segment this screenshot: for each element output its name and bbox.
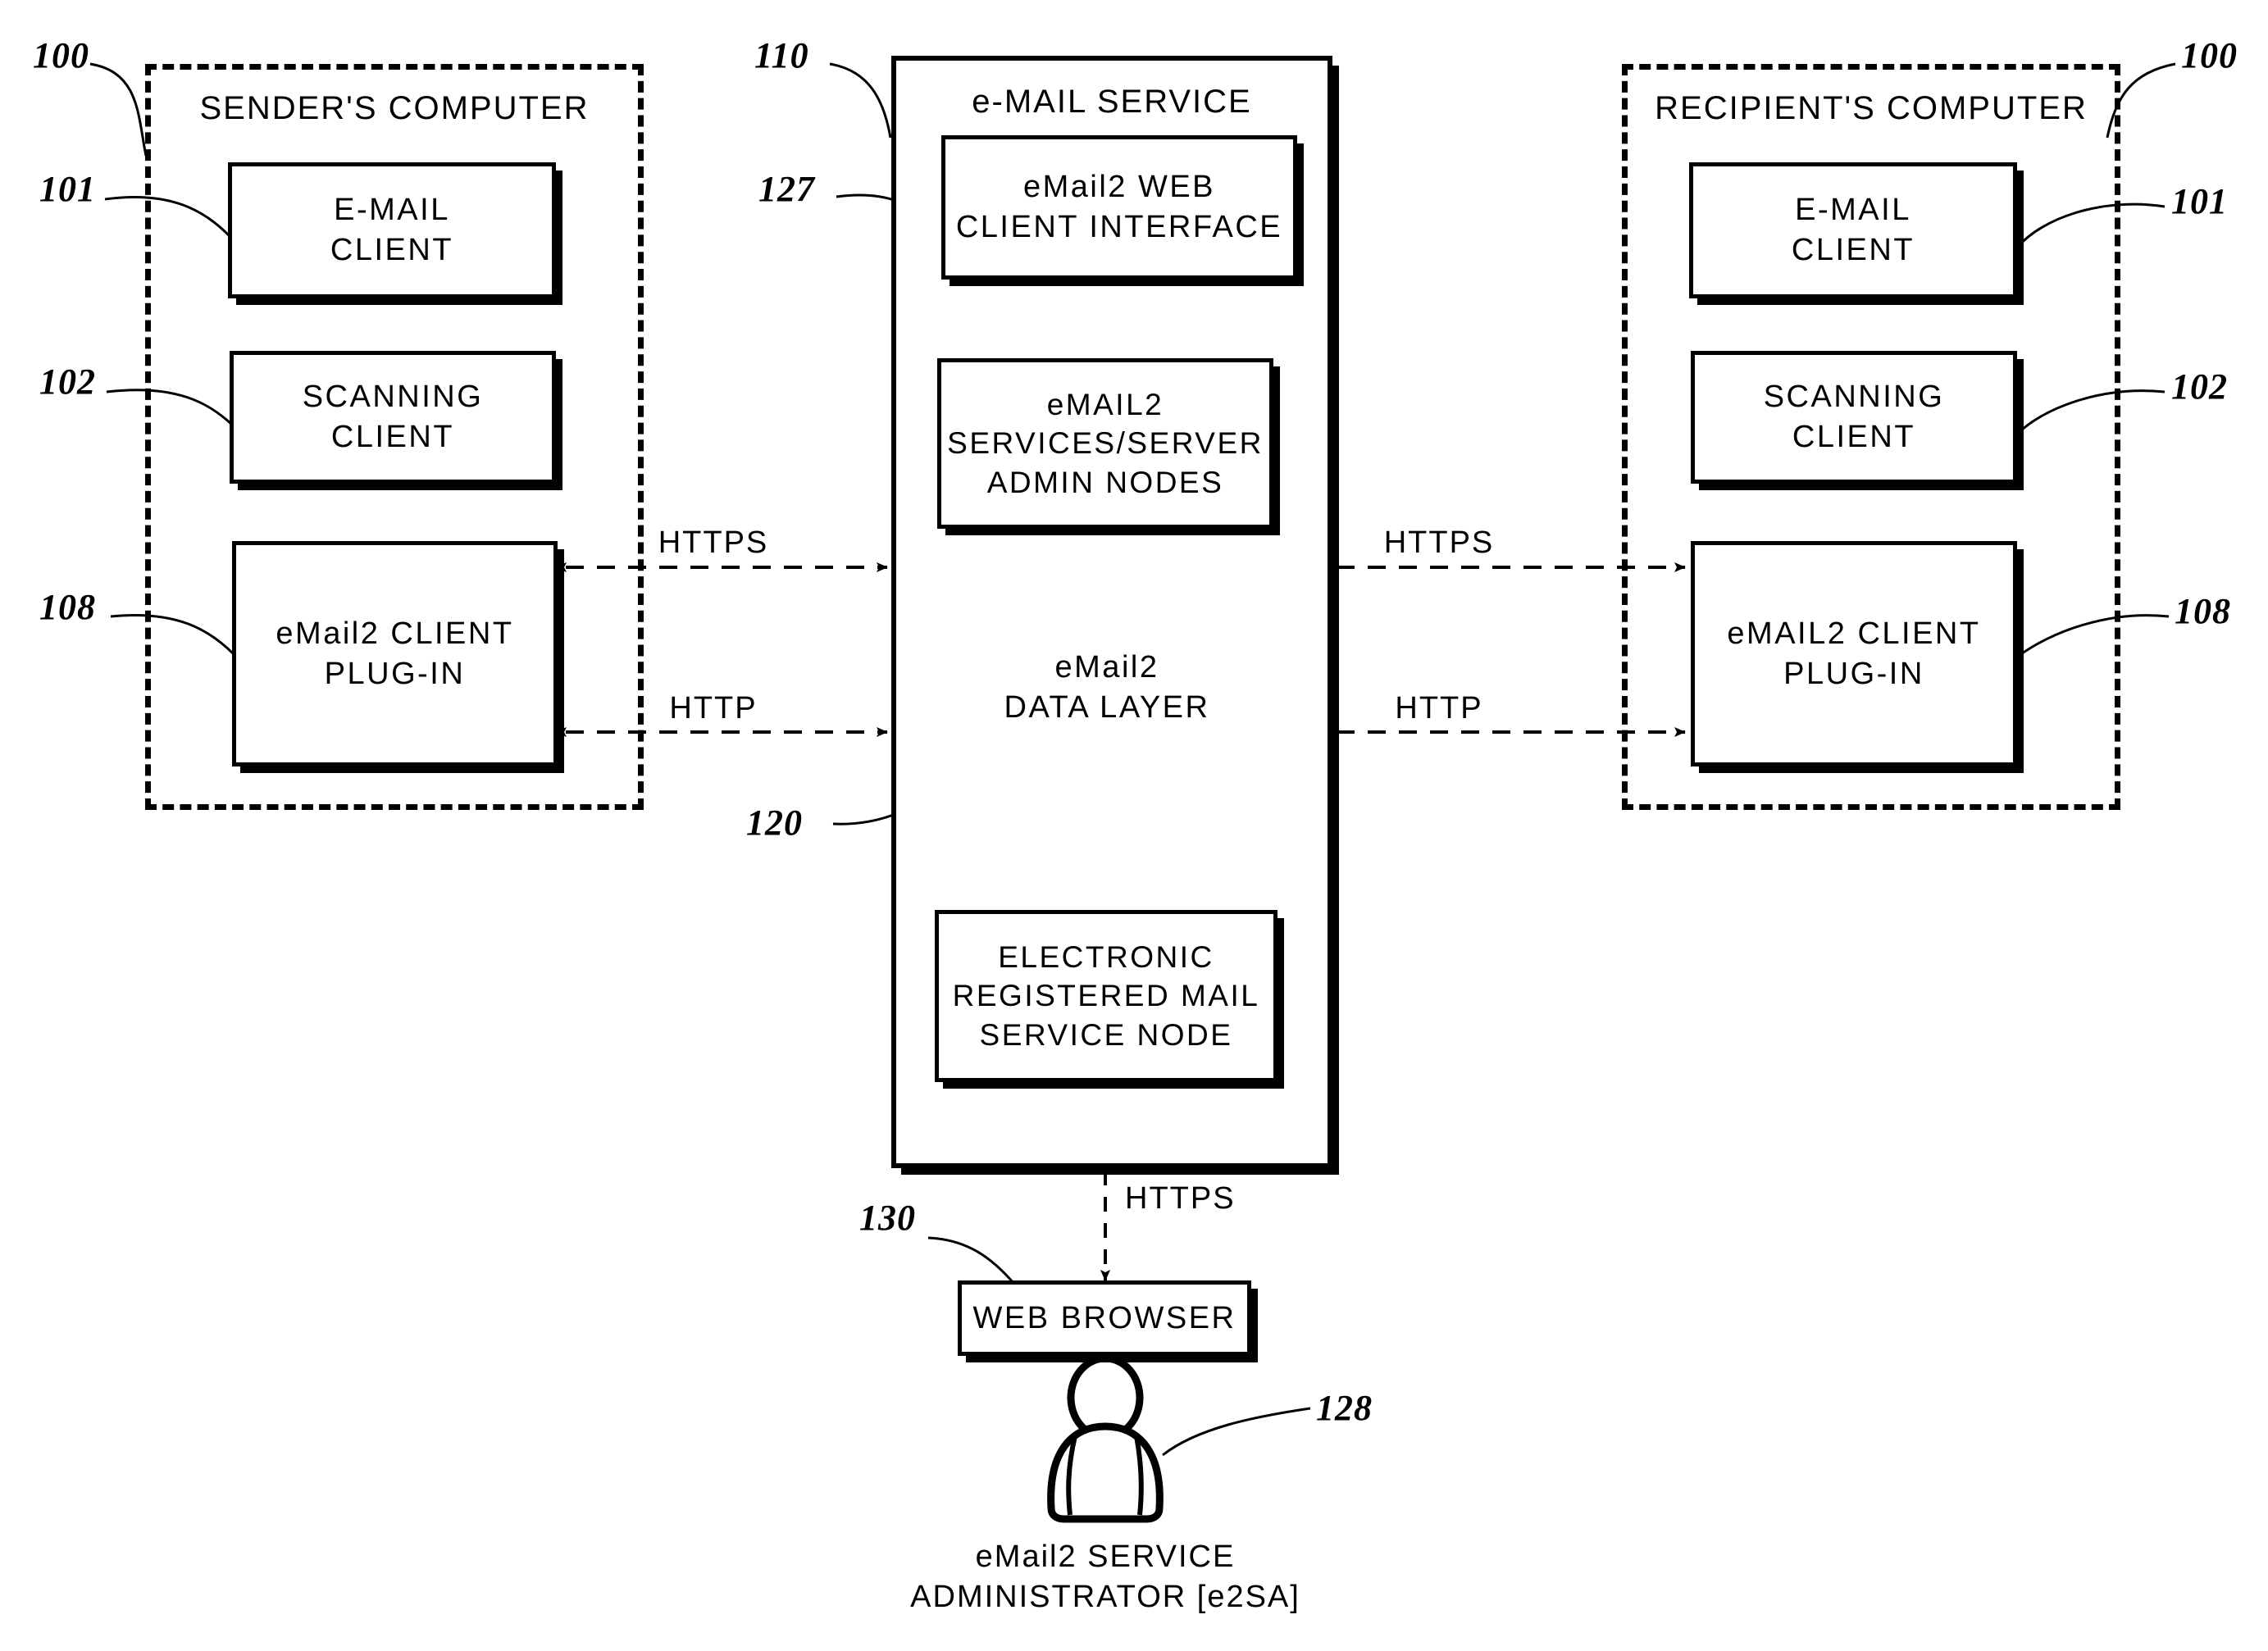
email-service-title: e-MAIL SERVICE [972, 84, 1252, 120]
sender-scanning-client-box: SCANNING CLIENT [230, 351, 556, 484]
recipient-scanning-client-label: SCANNING CLIENT [1763, 380, 1945, 454]
electronic-registered-mail-service-node-box: ELECTRONIC REGISTERED MAIL SERVICE NODE [935, 910, 1277, 1082]
sender-email2-plugin-box: eMail2 CLIENT PLUG-IN [232, 541, 558, 766]
email2-services-server-admin-nodes-label: eMAIL2 SERVICES/SERVER ADMIN NODES [947, 387, 1264, 499]
recipient-email-client-label: E-MAIL CLIENT [1791, 193, 1915, 267]
ref-numeral-108-recipient: 108 [2175, 591, 2231, 631]
ref-numeral-127-webclient: 127 [758, 169, 815, 209]
ref-numeral-101-recipient: 101 [2171, 181, 2228, 221]
sender-scanning-client-label: SCANNING CLIENT [302, 380, 484, 454]
patent-figure-canvas: 100 SENDER'S COMPUTER 101 E-MAIL CLIENT … [0, 0, 2268, 1651]
administrator-person-icon [1047, 1354, 1164, 1523]
leader-110-service [829, 62, 892, 139]
ref-numeral-130-browser: 130 [859, 1198, 916, 1238]
senders-computer-title: SENDER'S COMPUTER [199, 90, 590, 126]
recipient-email2-plugin-label: eMAIL2 CLIENT PLUG-IN [1727, 616, 1981, 691]
recipients-computer-title: RECIPIENT'S COMPUTER [1655, 90, 2088, 126]
data-layer-label: eMail2 DATA LAYER [1004, 650, 1210, 725]
web-browser-box: WEB BROWSER [958, 1280, 1251, 1356]
label-sender-https: HTTPS [658, 525, 769, 560]
web-browser-label: WEB BROWSER [972, 1300, 1236, 1335]
recipient-email2-plugin-box: eMAIL2 CLIENT PLUG-IN [1691, 541, 2017, 766]
electronic-registered-mail-service-node-label: ELECTRONIC REGISTERED MAIL SERVICE NODE [952, 939, 1260, 1052]
leader-100-sender [89, 62, 148, 157]
ref-numeral-108-sender: 108 [39, 587, 96, 627]
ref-numeral-102-recipient: 102 [2171, 366, 2228, 407]
ref-numeral-128-actor: 128 [1316, 1388, 1373, 1428]
ref-numeral-100-recipient: 100 [2181, 35, 2238, 75]
label-recipient-https: HTTPS [1383, 525, 1495, 560]
label-sender-http: HTTP [669, 691, 758, 725]
sender-email2-plugin-label: eMail2 CLIENT PLUG-IN [276, 616, 514, 691]
label-recipient-http: HTTP [1395, 691, 1483, 725]
leader-128-actor [1162, 1407, 1311, 1457]
email2-services-server-admin-nodes-box: eMAIL2 SERVICES/SERVER ADMIN NODES [937, 358, 1273, 529]
recipient-email-client-box: E-MAIL CLIENT [1689, 162, 2017, 298]
recipient-scanning-client-box: SCANNING CLIENT [1691, 351, 2017, 484]
ref-numeral-100-sender: 100 [33, 35, 89, 75]
ref-numeral-101-sender: 101 [39, 169, 96, 209]
administrator-label: eMail2 SERVICE ADMINISTRATOR [e2SA] [910, 1540, 1300, 1615]
sender-email-client-label: E-MAIL CLIENT [330, 193, 454, 267]
ref-numeral-120-datalayer: 120 [746, 803, 803, 843]
email2-web-client-interface-box: eMail2 WEB CLIENT INTERFACE [941, 135, 1297, 280]
ref-numeral-110-service: 110 [754, 35, 809, 75]
label-admin-https: HTTPS [1125, 1181, 1236, 1216]
email2-web-client-interface-label: eMail2 WEB CLIENT INTERFACE [955, 170, 1283, 244]
ref-numeral-102-sender: 102 [39, 362, 96, 402]
sender-email-client-box: E-MAIL CLIENT [228, 162, 556, 298]
